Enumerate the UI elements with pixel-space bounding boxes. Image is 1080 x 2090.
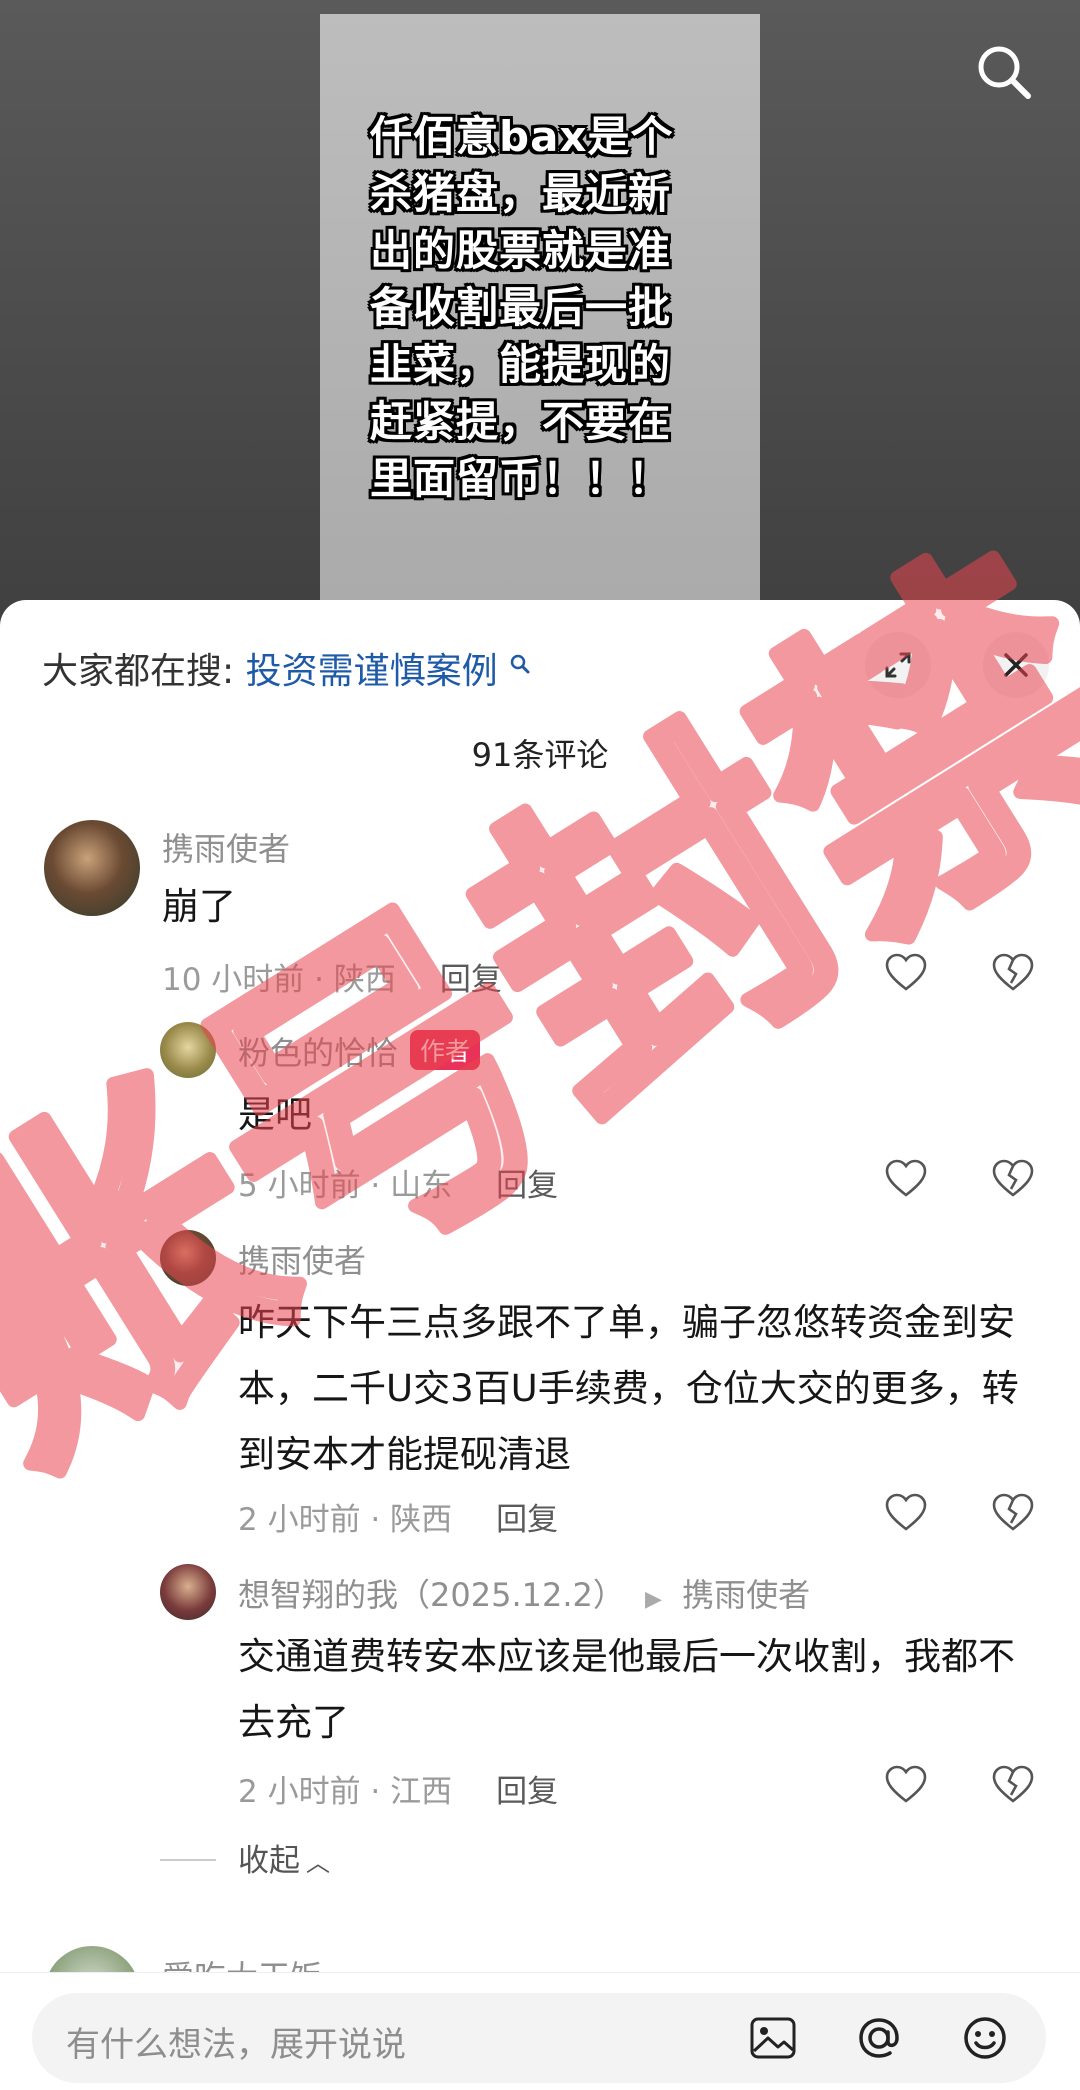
close-icon[interactable] [983, 632, 1049, 698]
like-icon[interactable] [883, 950, 929, 996]
comment-meta: 2 小时前 · 江西 回复 [238, 1766, 558, 1811]
comment-text: 昨天下午三点多跟不了单，骗子忽悠转资金到安本，二千U交3百U手续费，仓位大交的更… [238, 1301, 1019, 1476]
comment-count: 91条评论 [471, 736, 609, 774]
video-player[interactable]: 仟佰意bax是个 杀猪盘，最近新 出的股票就是准 备收割最后一批 韭菜，能提现的… [0, 0, 1080, 654]
mention-icon[interactable] [852, 2011, 906, 2065]
comment-meta: 2 小时前 · 陕西 回复 [238, 1494, 558, 1539]
search-suggestion[interactable]: 大家都在搜: 投资需谨慎案例 [42, 642, 531, 694]
avatar[interactable] [160, 1564, 216, 1620]
overlay-line: 备收割最后一批 [370, 283, 672, 332]
overlay-line: 杀猪盘，最近新 [370, 169, 672, 218]
overlay-line: 仟佰意bax是个 [370, 112, 674, 161]
collapse-replies-button[interactable]: 收起 ︿ [160, 1835, 330, 1880]
like-icon[interactable] [883, 1762, 929, 1808]
search-suggestion-query[interactable]: 投资需谨慎案例 [246, 651, 498, 692]
avatar[interactable] [160, 1230, 216, 1286]
comment-username[interactable]: 粉色的恰恰 作者 [238, 1028, 481, 1074]
reply-to-username[interactable]: 携雨使者 [682, 1576, 810, 1614]
reply-arrow-icon: ▶ [645, 1587, 662, 1612]
comment-text: 交通道费转安本应该是他最后一次收割，我都不去充了 [238, 1635, 1015, 1744]
comment-time-location: 5 小时前 · 山东 [238, 1168, 453, 1204]
comment-input-placeholder: 有什么想法，展开说说 [66, 2025, 406, 2065]
comment-input[interactable]: 有什么想法，展开说说 [32, 1993, 1046, 2083]
reply-button[interactable]: 回复 [440, 962, 502, 998]
emoji-icon[interactable] [958, 2011, 1012, 2065]
search-icon[interactable] [972, 40, 1036, 104]
overlay-line: 赶紧提，不要在 [370, 397, 672, 446]
comment-meta: 10 小时前 · 陕西 回复 [162, 954, 502, 999]
like-icon[interactable] [883, 1156, 929, 1202]
comment-time-location: 10 小时前 · 陕西 [162, 962, 396, 998]
comment-text: 崩了 [162, 885, 236, 928]
dislike-icon[interactable] [990, 1156, 1036, 1202]
video-overlay-text: 仟佰意bax是个 杀猪盘，最近新 出的股票就是准 备收割最后一批 韭菜，能提现的… [370, 108, 710, 507]
avatar[interactable] [44, 820, 140, 916]
comment-input-bar: 有什么想法，展开说说 [0, 1972, 1080, 2087]
dislike-icon[interactable] [990, 1490, 1036, 1536]
chevron-up-icon: ︿ [306, 1849, 330, 1877]
comment-meta: 5 小时前 · 山东 回复 [238, 1160, 558, 1205]
collapse-label: 收起 [238, 1843, 300, 1879]
comment-time-location: 2 小时前 · 陕西 [238, 1502, 453, 1538]
overlay-line: 里面留币！！！ [370, 454, 672, 503]
avatar[interactable] [160, 1022, 216, 1078]
overlay-line: 韭菜，能提现的 [370, 340, 672, 389]
image-icon[interactable] [746, 2011, 800, 2065]
reply-button[interactable]: 回复 [496, 1774, 558, 1810]
reply-button[interactable]: 回复 [496, 1502, 558, 1538]
search-icon [509, 643, 531, 674]
dislike-icon[interactable] [990, 950, 1036, 996]
reply-button[interactable]: 回复 [496, 1168, 558, 1204]
username-text[interactable]: 粉色的恰恰 [238, 1034, 398, 1072]
comment-username[interactable]: 想智翔的我（2025.12.2） ▶ 携雨使者 [238, 1570, 810, 1616]
author-badge: 作者 [410, 1030, 481, 1070]
comment-time-location: 2 小时前 · 江西 [238, 1774, 453, 1810]
expand-icon[interactable] [865, 632, 931, 698]
search-suggestion-prefix: 大家都在搜: [42, 651, 235, 692]
dislike-icon[interactable] [990, 1762, 1036, 1808]
comment-text: 是吧 [238, 1093, 312, 1136]
overlay-line: 出的股票就是准 [370, 226, 672, 275]
like-icon[interactable] [883, 1490, 929, 1536]
username-text[interactable]: 想智翔的我（2025.12.2） [238, 1576, 625, 1614]
comment-username[interactable]: 携雨使者 [238, 1236, 366, 1282]
comment-username[interactable]: 携雨使者 [162, 824, 290, 870]
divider [160, 1859, 216, 1861]
comments-sheet: 大家都在搜: 投资需谨慎案例 91条评论 携雨使者 崩了 10 小时前 · 陕西… [0, 600, 1080, 2086]
